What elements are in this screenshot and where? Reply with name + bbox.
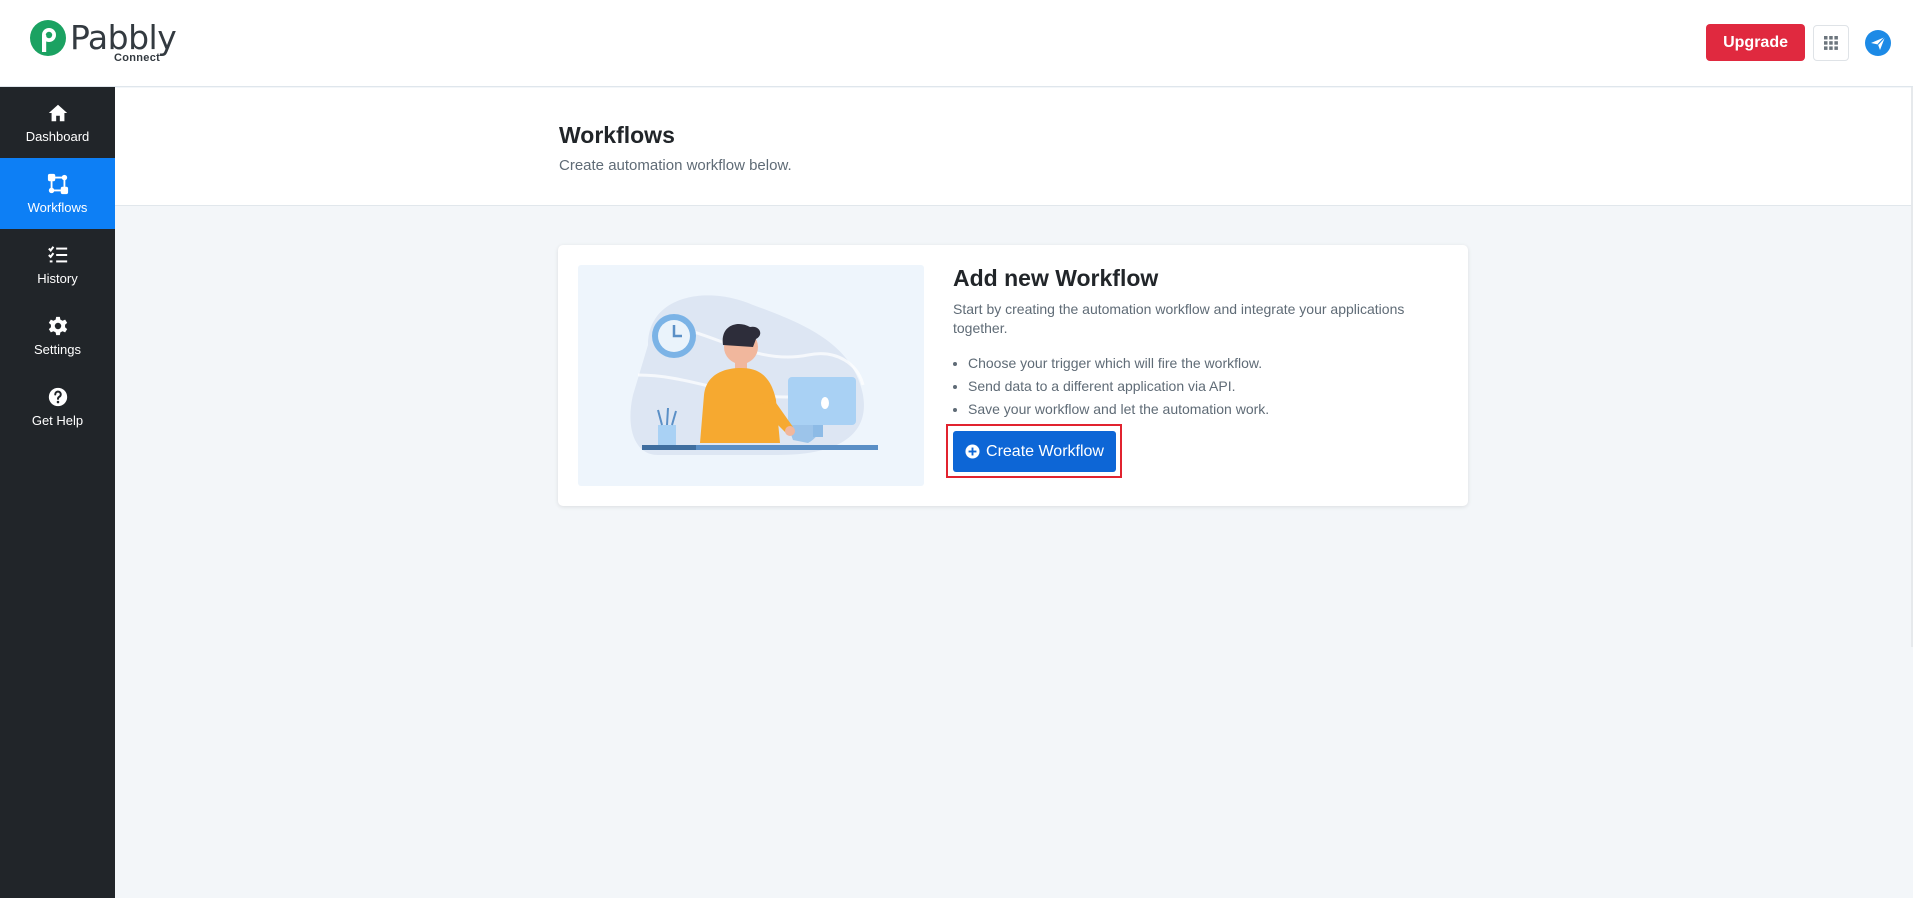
top-bar: Pabbly Connect Upgrade (0, 0, 1913, 87)
help-icon (48, 387, 67, 406)
pabbly-logo[interactable]: Pabbly Connect (28, 18, 177, 64)
page-header: Workflows Create automation workflow bel… (115, 88, 1913, 206)
sidebar-item-dashboard[interactable]: Dashboard (0, 87, 115, 158)
pabbly-logo-icon (30, 20, 66, 56)
sidebar-item-label: Get Help (31, 412, 84, 428)
page-title: Workflows (559, 122, 675, 148)
paper-plane-icon (1865, 29, 1891, 56)
plus-circle-icon (965, 444, 980, 459)
sidebar-item-get-help[interactable]: Get Help (0, 371, 115, 442)
brand-product: Connect (114, 52, 161, 64)
create-workflow-label: Create Workflow (986, 442, 1104, 460)
sidebar-item-label: Workflows (27, 199, 88, 215)
sidebar-item-label: History (37, 270, 78, 286)
workflow-illustration (578, 265, 924, 486)
sidebar-item-label: Settings (34, 341, 81, 357)
list-item: Save your workflow and let the automatio… (968, 398, 1448, 421)
sidebar-item-history[interactable]: History (0, 229, 115, 300)
page-subtitle: Create automation workflow below. (559, 157, 792, 174)
send-button[interactable] (1863, 28, 1893, 58)
sidebar-item-settings[interactable]: Settings (0, 300, 115, 371)
sidebar-item-label: Dashboard (25, 128, 90, 144)
upgrade-button[interactable]: Upgrade (1706, 24, 1805, 61)
create-workflow-button[interactable]: Create Workflow (953, 431, 1116, 472)
person-at-desk-illustration (630, 295, 878, 455)
list-item: Send data to a different application via… (968, 375, 1448, 398)
grid-icon (1824, 35, 1838, 50)
feature-list: Choose your trigger which will fire the … (953, 352, 1448, 421)
card-title: Add new Workflow (953, 265, 1159, 291)
workflow-icon (47, 173, 68, 194)
apps-button[interactable] (1813, 24, 1849, 61)
card-description: Start by creating the automation workflo… (953, 301, 1405, 336)
sidebar-item-workflows[interactable]: Workflows (0, 158, 115, 229)
home-icon (48, 104, 67, 121)
list-item: Choose your trigger which will fire the … (968, 352, 1448, 375)
checklist-icon (47, 245, 67, 262)
gear-icon (48, 316, 67, 335)
sidebar: Dashboard Workflows History Settings Get… (0, 87, 115, 898)
